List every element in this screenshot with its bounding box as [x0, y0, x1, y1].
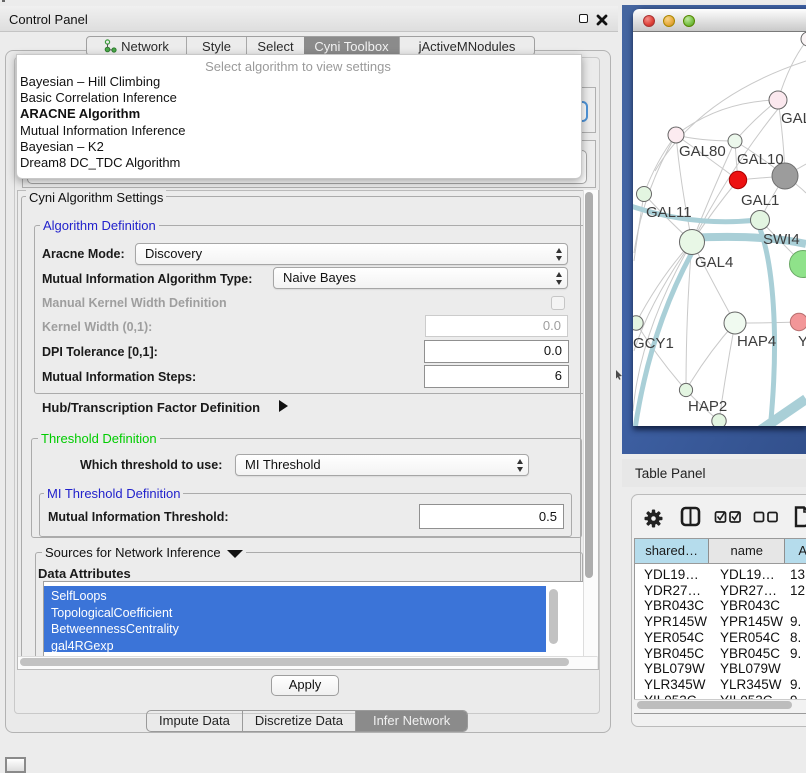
- svg-text:GAL7: GAL7: [781, 110, 806, 127]
- svg-text:GAL4: GAL4: [695, 254, 733, 271]
- svg-text:GAL11: GAL11: [646, 204, 692, 221]
- svg-text:HAP2: HAP2: [688, 398, 727, 415]
- svg-text:GAL10: GAL10: [737, 151, 784, 168]
- svg-text:HAP4: HAP4: [737, 333, 776, 350]
- svg-text:SWI4: SWI4: [763, 231, 800, 248]
- svg-text:YM: YM: [798, 333, 806, 350]
- svg-text:GAL80: GAL80: [679, 143, 726, 160]
- svg-text:GAL1: GAL1: [741, 192, 779, 209]
- svg-text:GCY1: GCY1: [633, 335, 674, 352]
